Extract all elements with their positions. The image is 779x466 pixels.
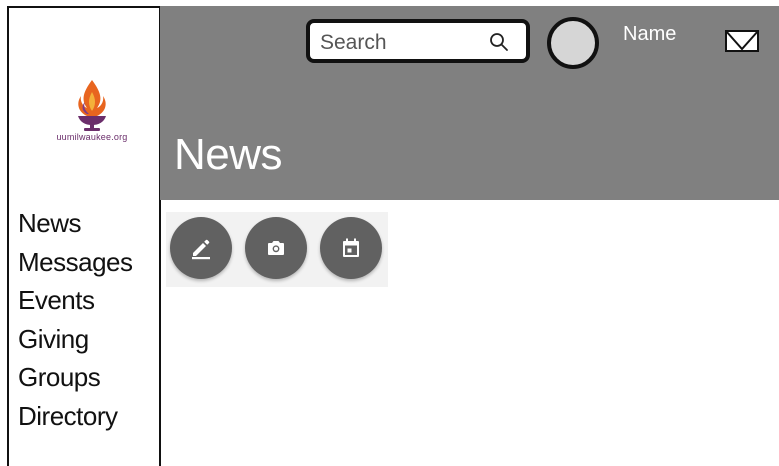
header: Name News xyxy=(160,6,779,200)
page-title: News xyxy=(174,130,283,179)
camera-icon xyxy=(268,241,284,255)
sidebar-item-giving[interactable]: Giving xyxy=(18,320,133,359)
add-event-button[interactable] xyxy=(320,217,382,279)
sidebar-item-directory[interactable]: Directory xyxy=(18,397,133,436)
sidebar-item-news[interactable]: News xyxy=(18,204,133,243)
logo-text: uumilwaukee.org xyxy=(56,132,128,142)
sidebar-nav-list: News Messages Events Giving Groups Direc… xyxy=(9,204,133,435)
sidebar-item-messages[interactable]: Messages xyxy=(18,243,133,282)
logo-panel: uumilwaukee.org xyxy=(7,6,161,200)
sidebar-item-groups[interactable]: Groups xyxy=(18,358,133,397)
logo[interactable]: uumilwaukee.org xyxy=(47,78,137,158)
add-photo-button[interactable] xyxy=(245,217,307,279)
search-input[interactable] xyxy=(320,29,480,57)
search-icon[interactable] xyxy=(488,31,510,53)
search-box[interactable] xyxy=(306,19,530,63)
compose-post-button[interactable] xyxy=(170,217,232,279)
app-frame: uumilwaukee.org News Messages Events Giv… xyxy=(0,0,779,466)
avatar[interactable] xyxy=(547,17,599,69)
edit-icon xyxy=(192,239,210,260)
sidebar: News Messages Events Giving Groups Direc… xyxy=(7,198,161,466)
user-name[interactable]: Name xyxy=(623,23,676,46)
calendar-icon xyxy=(343,238,359,257)
sidebar-item-events[interactable]: Events xyxy=(18,281,133,320)
mail-icon[interactable] xyxy=(725,30,759,52)
action-toolbar xyxy=(166,212,388,287)
flaming-chalice-logo xyxy=(78,80,106,131)
